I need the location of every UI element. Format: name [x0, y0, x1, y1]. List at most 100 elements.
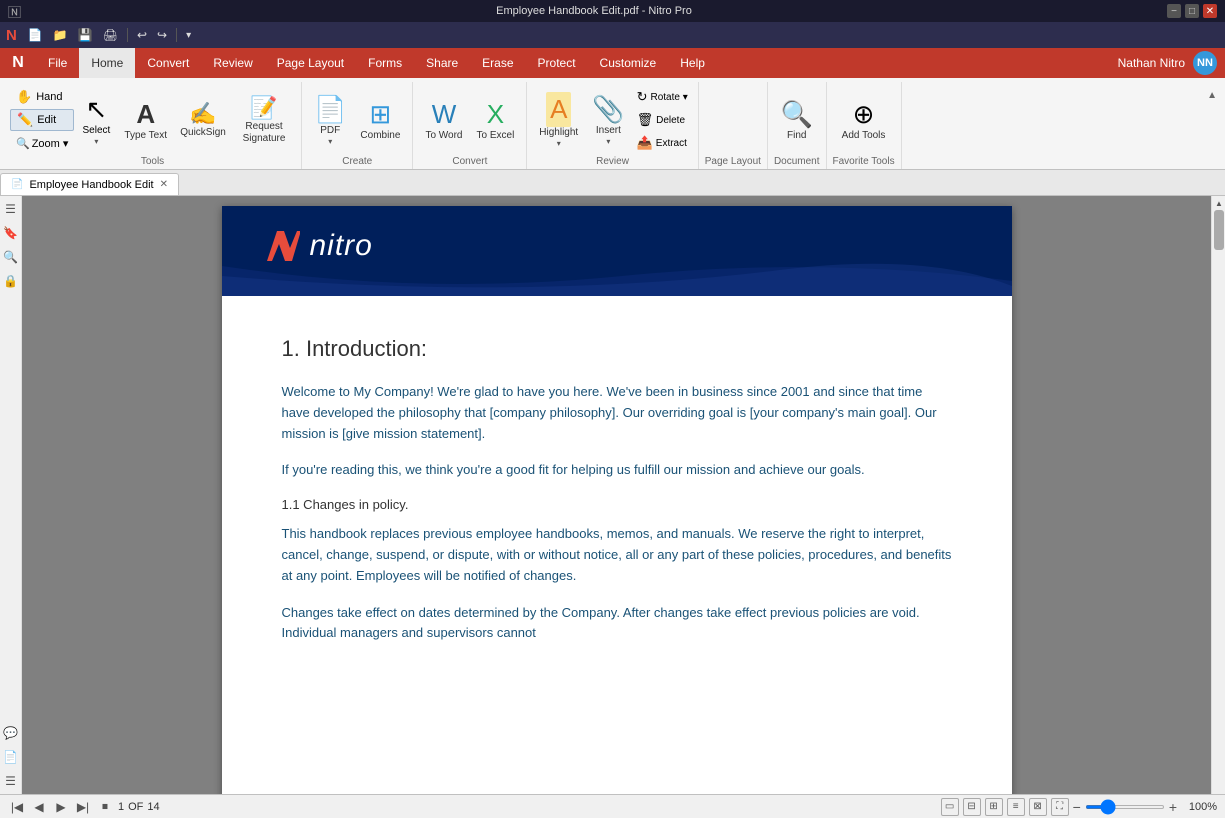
ribbon-group-favoritetools: ⊕ Add Tools Favorite Tools	[827, 82, 902, 169]
page-current: 1	[118, 801, 124, 813]
to-word-button[interactable]: W To Word	[419, 86, 468, 154]
menu-home[interactable]: Home	[79, 48, 135, 78]
menu-share[interactable]: Share	[414, 48, 470, 78]
page-info: 1 OF 14	[118, 801, 160, 813]
menu-protect[interactable]: Protect	[526, 48, 588, 78]
insert-button[interactable]: 📎 Insert ▾	[586, 86, 630, 154]
ribbon-group-document: 🔍 Find Document	[768, 82, 827, 169]
close-button[interactable]: ✕	[1203, 4, 1217, 18]
find-icon: 🔍	[781, 99, 813, 130]
type-text-label: Type Text	[124, 130, 167, 142]
select-dropdown: ▾	[94, 137, 98, 146]
save-button[interactable]: 💾	[75, 26, 96, 44]
to-excel-button[interactable]: X To Excel	[471, 86, 521, 154]
edit-icon: ✏️	[17, 112, 33, 128]
main-area: ☰ 🔖 🔍 🔒 💬 📄 ☰ nitro	[0, 196, 1225, 794]
sidebar-comment-icon[interactable]: 💬	[2, 724, 20, 742]
minimize-button[interactable]: −	[1167, 4, 1181, 18]
combine-label: Combine	[360, 130, 400, 142]
undo-button[interactable]: ↩	[134, 26, 150, 44]
nav-last-button[interactable]: ⏹	[96, 798, 114, 816]
rotate-delete-extract: ↻ Rotate ▾ 🗑 Delete 📤 Extract	[633, 86, 692, 154]
page-of-label: OF	[128, 801, 143, 813]
menu-pagelayout[interactable]: Page Layout	[265, 48, 356, 78]
pdf-content: 1. Introduction: Welcome to My Company! …	[222, 296, 1012, 700]
view-fit-button[interactable]: ⊠	[1029, 798, 1047, 816]
combine-button[interactable]: ⊞ Combine	[354, 86, 406, 154]
customize-qa-button[interactable]: ▾	[183, 28, 194, 43]
select-button[interactable]: ↖ Select ▾	[76, 86, 116, 154]
menu-customize[interactable]: Customize	[588, 48, 669, 78]
sidebar-search-icon[interactable]: 🔍	[2, 248, 20, 266]
doc-tab-label: Employee Handbook Edit	[29, 179, 153, 191]
hand-edit-group: ✋ Hand ✏️ Edit 🔍 Zoom ▾	[10, 86, 74, 154]
status-bar: |◀ ◀ ▶ ▶| ⏹ 1 OF 14 ▭ ⊟ ⊞ ≡ ⊠ ⛶ − + 100%	[0, 794, 1225, 818]
view-single-button[interactable]: ▭	[941, 798, 959, 816]
menu-convert[interactable]: Convert	[135, 48, 201, 78]
doc-tab-close[interactable]: ✕	[160, 179, 168, 190]
tools-group-label: Tools	[141, 156, 164, 169]
sidebar-security-icon[interactable]: 🔒	[2, 272, 20, 290]
print-button[interactable]: 🖨	[100, 26, 121, 44]
sidebar-properties-icon[interactable]: ☰	[2, 772, 20, 790]
add-tools-button[interactable]: ⊕ Add Tools	[836, 86, 892, 154]
content-area[interactable]: nitro 1. Introduction: Welcome to My Com…	[22, 196, 1211, 794]
nav-prev-button[interactable]: ◀	[30, 798, 48, 816]
qa-separator	[127, 28, 128, 42]
rotate-button[interactable]: ↻ Rotate ▾	[633, 87, 692, 107]
sidebar-thumbnail-icon[interactable]: ☰	[2, 200, 20, 218]
view-grid-button[interactable]: ⊞	[985, 798, 1003, 816]
nav-play-button[interactable]: ▶	[52, 798, 70, 816]
zoom-slider[interactable]	[1085, 805, 1165, 809]
quicksign-label: QuickSign	[180, 127, 226, 139]
maximize-button[interactable]: □	[1185, 4, 1199, 18]
zoom-out-button[interactable]: −	[1073, 800, 1081, 814]
find-button[interactable]: 🔍 Find	[775, 86, 819, 154]
pdf-dropdown: ▾	[328, 137, 332, 146]
menu-review[interactable]: Review	[201, 48, 264, 78]
view-scroll-button[interactable]: ≡	[1007, 798, 1025, 816]
extract-label: Extract	[656, 138, 687, 149]
sidebar-pages-icon[interactable]: 📄	[2, 748, 20, 766]
open-button[interactable]: 📁	[50, 26, 71, 44]
new-button[interactable]: 📄	[25, 26, 46, 44]
ribbon-collapse-button[interactable]: ▲	[1203, 86, 1221, 105]
pdf-button[interactable]: 📄 PDF ▾	[308, 86, 352, 154]
menu-help[interactable]: Help	[668, 48, 717, 78]
ribbon: ✋ Hand ✏️ Edit 🔍 Zoom ▾ ↖ Select	[0, 78, 1225, 170]
zoom-in-button[interactable]: +	[1169, 800, 1177, 814]
edit-button[interactable]: ✏️ Edit	[10, 109, 74, 131]
redo-button[interactable]: ↪	[154, 26, 170, 44]
zoom-controls: − + 100%	[1073, 800, 1217, 814]
view-fullscreen-button[interactable]: ⛶	[1051, 798, 1069, 816]
nav-next-button[interactable]: ▶|	[74, 798, 92, 816]
user-name: Nathan Nitro	[1118, 56, 1185, 70]
view-double-button[interactable]: ⊟	[963, 798, 981, 816]
doc-para2: If you're reading this, we think you're …	[282, 460, 952, 481]
doc-subheading: 1.1 Changes in policy.	[282, 497, 952, 512]
quicksign-icon: ✍	[189, 101, 216, 127]
zoom-button[interactable]: 🔍 Zoom ▾	[10, 133, 74, 153]
hand-button[interactable]: ✋ Hand	[10, 87, 74, 107]
hand-label: Hand	[36, 91, 62, 103]
user-avatar[interactable]: NN	[1193, 51, 1217, 75]
delete-button[interactable]: 🗑 Delete	[633, 110, 692, 130]
menu-forms[interactable]: Forms	[356, 48, 414, 78]
sidebar-bookmark-icon[interactable]: 🔖	[2, 224, 20, 242]
doc-tab-0[interactable]: 📄 Employee Handbook Edit ✕	[0, 173, 179, 195]
scroll-up-button[interactable]: ▲	[1212, 196, 1225, 210]
menu-erase[interactable]: Erase	[470, 48, 525, 78]
extract-button[interactable]: 📤 Extract	[633, 133, 692, 153]
insert-icon: 📎	[592, 94, 624, 125]
tab-bar: 📄 Employee Handbook Edit ✕	[0, 170, 1225, 196]
scroll-thumb[interactable]	[1214, 210, 1224, 250]
nav-first-button[interactable]: |◀	[8, 798, 26, 816]
quicksign-button[interactable]: ✍ QuickSign	[175, 86, 231, 154]
request-signature-button[interactable]: 📝 Request Signature	[233, 86, 295, 154]
title-bar: 🄽 Employee Handbook Edit.pdf - Nitro Pro…	[0, 0, 1225, 22]
highlight-button[interactable]: A Highlight ▾	[533, 86, 584, 154]
app-logo: N	[0, 48, 36, 78]
menu-file[interactable]: File	[36, 48, 79, 78]
type-text-button[interactable]: A Type Text	[118, 86, 173, 154]
document-group-label: Document	[774, 156, 820, 169]
